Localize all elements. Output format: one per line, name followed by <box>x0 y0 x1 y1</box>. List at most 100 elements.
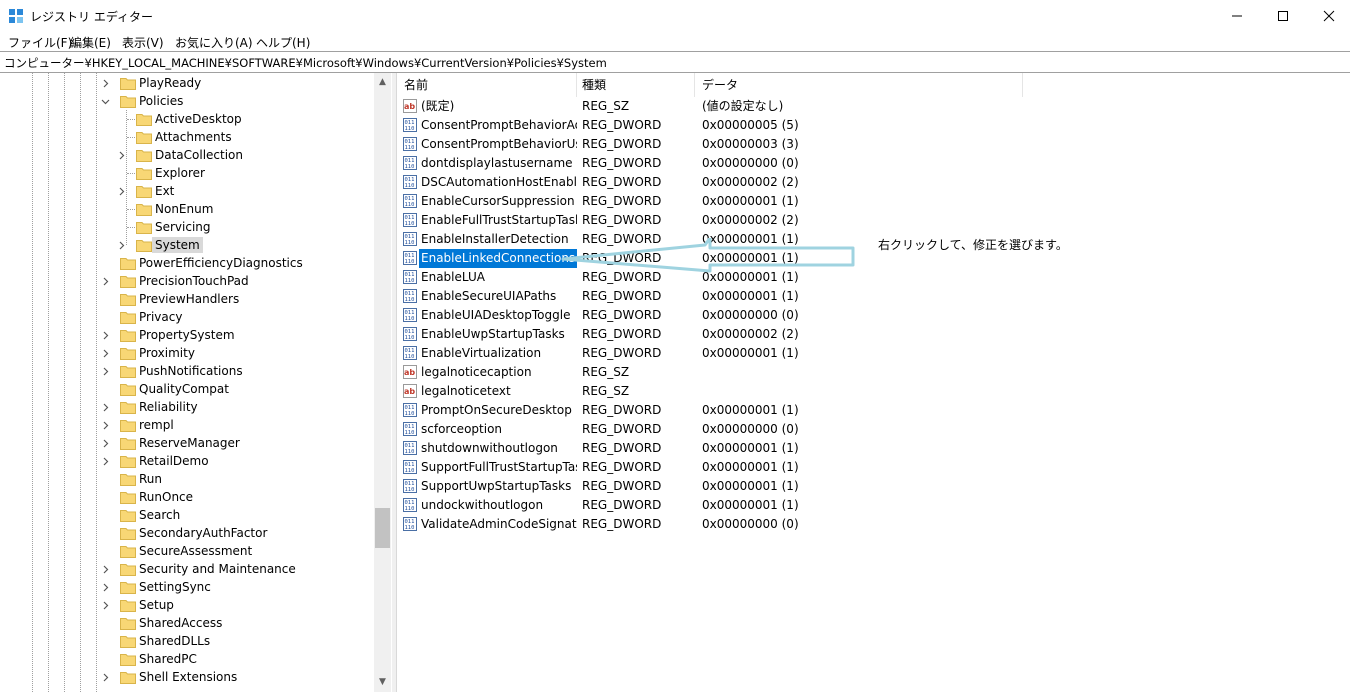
tree-item-label[interactable]: Search <box>136 507 183 523</box>
tree-item[interactable]: Setup <box>0 596 372 614</box>
value-name[interactable]: EnableCursorSuppression <box>419 192 577 211</box>
tree-scrollbar[interactable]: ▲ ▼ <box>374 73 391 692</box>
tree-item-label[interactable]: PrecisionTouchPad <box>136 273 252 289</box>
tree-item-label[interactable]: Policies <box>136 93 186 109</box>
tree-item[interactable]: PrecisionTouchPad <box>0 272 372 290</box>
value-row[interactable]: ab legalnoticetext REG_SZ <box>397 382 1352 401</box>
tree-item-label[interactable]: NonEnum <box>152 201 216 217</box>
tree-item-label[interactable]: Setup <box>136 597 177 613</box>
tree-item-label[interactable]: PlayReady <box>136 75 204 91</box>
value-row[interactable]: 011 110 EnableInstallerDetection REG_DWORD 0… <box>397 230 1352 249</box>
value-name[interactable]: DSCAutomationHostEnabled <box>419 173 577 192</box>
tree-item-label[interactable]: System <box>152 237 203 253</box>
tree-item-label[interactable]: Privacy <box>136 309 185 325</box>
value-row[interactable]: ab (既定) REG_SZ (値の設定なし) <box>397 97 1352 116</box>
tree-item[interactable]: QualityCompat <box>0 380 372 398</box>
value-row[interactable]: 011 110 EnableSecureUIAPaths REG_DWORD 0x000… <box>397 287 1352 306</box>
value-row[interactable]: 011 110 undockwithoutlogon REG_DWORD 0x00000… <box>397 496 1352 515</box>
chevron-right-icon[interactable] <box>100 272 110 290</box>
value-row[interactable]: 011 110 EnableFullTrustStartupTasks REG_DWO… <box>397 211 1352 230</box>
address-bar[interactable]: コンピューター¥HKEY_LOCAL_MACHINE¥SOFTWARE¥Micr… <box>0 51 1350 73</box>
tree-item[interactable]: ReserveManager <box>0 434 372 452</box>
tree-item[interactable]: PreviewHandlers <box>0 290 372 308</box>
tree-item-label[interactable]: DataCollection <box>152 147 246 163</box>
tree-item[interactable]: SecondaryAuthFactor <box>0 524 372 542</box>
value-name[interactable]: EnableLinkedConnections <box>417 248 579 269</box>
value-row[interactable]: 011110SupportFullTrustStartupTasks REG_DW… <box>397 458 1352 477</box>
menu-view[interactable]: 表示(V) <box>122 34 164 51</box>
value-name[interactable]: dontdisplaylastusername <box>419 154 577 173</box>
tree-item-label[interactable]: SharedAccess <box>136 615 225 631</box>
maximize-button[interactable] <box>1260 0 1306 31</box>
tree-item[interactable]: Reliability <box>0 398 372 416</box>
chevron-right-icon[interactable] <box>100 416 110 434</box>
column-header-type[interactable]: 種類 <box>575 73 695 97</box>
tree-item[interactable]: Policies <box>0 92 372 110</box>
value-name[interactable]: EnableVirtualization <box>419 344 577 363</box>
tree-item[interactable]: Proximity <box>0 344 372 362</box>
tree-item-label[interactable]: Servicing <box>152 219 214 235</box>
value-name[interactable]: EnableFullTrustStartupTasks <box>419 211 577 230</box>
tree-item[interactable]: RetailDemo <box>0 452 372 470</box>
value-name[interactable]: SupportFullTrustStartupTasks <box>419 458 577 477</box>
value-name[interactable]: legalnoticetext <box>419 382 577 401</box>
value-row[interactable]: 011 110 SupportUwpStartupTasks REG_DWORD 0x0… <box>397 477 1352 496</box>
value-name[interactable]: scforceoption <box>419 420 577 439</box>
value-name[interactable]: shutdownwithoutlogon <box>419 439 577 458</box>
value-name[interactable]: ConsentPromptBehaviorUser <box>419 135 577 154</box>
tree-item-label[interactable]: Security and Maintenance <box>136 561 299 577</box>
tree-item-label[interactable]: SharedPC <box>136 651 200 667</box>
chevron-right-icon[interactable] <box>116 182 126 200</box>
tree-item[interactable]: SharedDLLs <box>0 632 372 650</box>
column-header-name[interactable]: 名前 <box>397 73 577 97</box>
value-row[interactable]: ab legalnoticecaption REG_SZ <box>397 363 1352 382</box>
tree-item-label[interactable]: QualityCompat <box>136 381 232 397</box>
value-row[interactable]: 011 110 EnableVirtualization REG_DWORD 0x000… <box>397 344 1352 363</box>
tree-item[interactable]: PushNotifications <box>0 362 372 380</box>
value-row[interactable]: 011 110 shutdownwithoutlogon REG_DWORD 0x000… <box>397 439 1352 458</box>
tree-item[interactable]: SecureAssessment <box>0 542 372 560</box>
minimize-button[interactable] <box>1214 0 1260 31</box>
tree-item-label[interactable]: RetailDemo <box>136 453 212 469</box>
menu-edit[interactable]: 編集(E) <box>70 34 111 51</box>
chevron-down-icon[interactable] <box>100 92 110 110</box>
value-name[interactable]: SupportUwpStartupTasks <box>419 477 577 496</box>
tree-item[interactable]: DataCollection <box>0 146 372 164</box>
tree-item[interactable]: SettingSync <box>0 578 372 596</box>
tree-item[interactable]: RunOnce <box>0 488 372 506</box>
chevron-right-icon[interactable] <box>100 434 110 452</box>
chevron-right-icon[interactable] <box>100 362 110 380</box>
value-name[interactable]: PromptOnSecureDesktop <box>419 401 577 420</box>
tree-item-label[interactable]: Reliability <box>136 399 201 415</box>
tree-item[interactable]: SharedAccess <box>0 614 372 632</box>
value-name[interactable]: ValidateAdminCodeSignatu... <box>419 515 577 534</box>
tree-item[interactable]: Security and Maintenance <box>0 560 372 578</box>
chevron-right-icon[interactable] <box>100 398 110 416</box>
chevron-right-icon[interactable] <box>100 578 110 596</box>
tree-item-label[interactable]: SecondaryAuthFactor <box>136 525 270 541</box>
value-row[interactable]: 011 110 EnableLUA REG_DWORD 0x00000001 (1) <box>397 268 1352 287</box>
tree-item-label[interactable]: ActiveDesktop <box>152 111 245 127</box>
menu-help[interactable]: ヘルプ(H) <box>256 34 310 51</box>
chevron-right-icon[interactable] <box>100 74 110 92</box>
tree-item-label[interactable]: Shell Extensions <box>136 669 240 685</box>
tree-item[interactable]: NonEnum <box>0 200 372 218</box>
tree-item[interactable]: PlayReady <box>0 74 372 92</box>
value-row[interactable]: 011 110 dontdisplaylastusername REG_DWORD 0x… <box>397 154 1352 173</box>
value-row[interactable]: 011 110 EnableLinkedConnections REG_DWORD 0x… <box>397 248 1352 269</box>
value-row[interactable]: 011 110 EnableUIADesktopToggle REG_DWORD 0x0… <box>397 306 1352 325</box>
chevron-right-icon[interactable] <box>100 668 110 686</box>
value-name[interactable]: EnableLUA <box>419 268 577 287</box>
value-row[interactable]: 011 110 scforceoption REG_DWORD 0x00000000 (… <box>397 420 1352 439</box>
tree-item[interactable]: PropertySystem <box>0 326 372 344</box>
tree-item[interactable]: SharedPC <box>0 650 372 668</box>
chevron-right-icon[interactable] <box>100 452 110 470</box>
tree-item-label[interactable]: ReserveManager <box>136 435 243 451</box>
tree-item[interactable]: Ext <box>0 182 372 200</box>
tree-item-label[interactable]: SettingSync <box>136 579 214 595</box>
value-row[interactable]: 011 110 ConsentPromptBehaviorAd... REG_DWOR… <box>397 116 1352 135</box>
value-row[interactable]: 011 110 EnableUwpStartupTasks REG_DWORD 0x00… <box>397 325 1352 344</box>
value-row[interactable]: 011 110 PromptOnSecureDesktop REG_DWORD 0x00… <box>397 401 1352 420</box>
tree-item[interactable]: Shell Extensions <box>0 668 372 686</box>
value-name[interactable]: EnableUwpStartupTasks <box>419 325 577 344</box>
